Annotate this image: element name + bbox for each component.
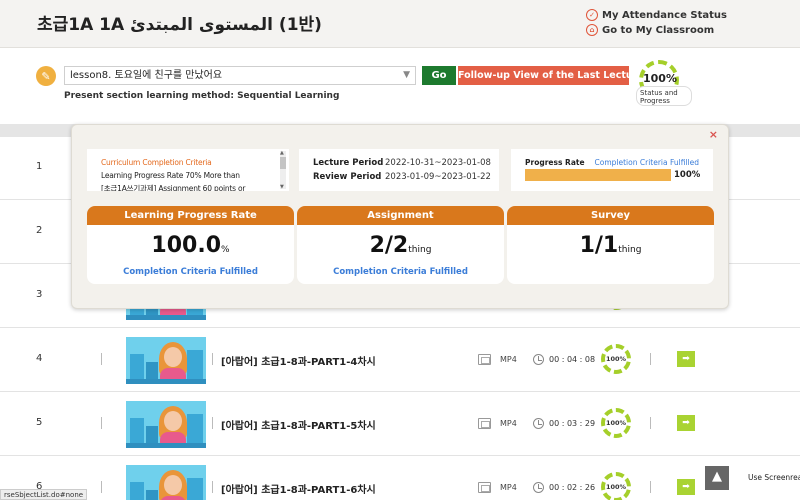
learning-progress-card: Learning Progress Rate 100.0% Completion… — [87, 206, 294, 284]
card-value: 1/1thing — [579, 233, 642, 258]
file-type: MP4 — [500, 419, 517, 428]
divider — [212, 481, 213, 493]
classroom-icon: ⌂ — [586, 24, 598, 36]
lesson-title[interactable]: [아랍어] 초급1-8과-PART1-4차시 — [221, 353, 376, 368]
clock-icon — [533, 482, 544, 493]
divider — [212, 417, 213, 429]
page-title: 초급1A 1A المستوى المبتدئ (1반) — [37, 15, 322, 35]
completion-status-popup: × Curriculum Completion Criteria Learnin… — [71, 124, 729, 309]
progress-rate-fill — [525, 169, 671, 181]
status-progress-label: Status and Progress — [636, 86, 692, 106]
attendance-status-label: My Attendance Status — [602, 9, 727, 21]
clock-icon — [533, 354, 544, 365]
close-icon[interactable]: × — [709, 128, 718, 141]
card-title: Learning Progress Rate — [87, 206, 294, 225]
video-file-icon — [478, 354, 491, 365]
play-arrow-icon[interactable]: ➡ — [677, 351, 695, 367]
progress-rate-status: Completion Criteria Fulfilled — [594, 158, 699, 167]
divider — [101, 481, 102, 493]
divider — [650, 481, 651, 493]
row-number: 2 — [36, 225, 43, 236]
row-number: 1 — [36, 161, 43, 172]
row-progress-badge: 100% — [601, 344, 631, 374]
chevron-down-icon: ▼ — [403, 70, 410, 80]
lesson-title[interactable]: [아랍어] 초급1-8과-PART1-5차시 — [221, 417, 376, 432]
course-header: 초급1A 1A المستوى المبتدئ (1반) ✓ My Attend… — [0, 0, 800, 48]
completion-criteria-box[interactable]: Curriculum Completion Criteria Learning … — [87, 149, 289, 191]
card-value: 2/2thing — [369, 233, 432, 258]
go-button[interactable]: Go — [422, 66, 456, 85]
video-file-icon — [478, 482, 491, 493]
divider — [101, 353, 102, 365]
lecture-period-label: Lecture Period — [313, 158, 384, 168]
row-number: 3 — [36, 289, 43, 300]
progress-percent: 100% — [643, 72, 677, 85]
row-number: 5 — [36, 417, 43, 428]
learning-method-text: Present section learning method: Sequent… — [64, 91, 340, 101]
period-box: Lecture Period 2022-10-31~2023-01-08 Rev… — [299, 149, 499, 191]
play-arrow-icon[interactable]: ➡ — [677, 479, 695, 495]
status-progress-badge[interactable]: 100% Status and Progress — [636, 56, 692, 106]
review-period-label: Review Period — [313, 172, 382, 182]
table-row: 6 [아랍어] 초급1-8과-PART1-6차시 MP4 00 : 02 : 2… — [0, 457, 800, 500]
survey-card: Survey 1/1thing — [507, 206, 714, 284]
divider — [650, 353, 651, 365]
browser-status-url: rseSbjectList.do#none — [0, 489, 88, 500]
divider — [650, 417, 651, 429]
card-title: Assignment — [297, 206, 504, 225]
criteria-title: Curriculum Completion Criteria — [101, 158, 212, 167]
duration: 00 : 02 : 26 — [549, 483, 596, 492]
row-number: 4 — [36, 353, 43, 364]
card-title: Survey — [507, 206, 714, 225]
file-type: MP4 — [500, 483, 517, 492]
classroom-link[interactable]: ⌂ Go to My Classroom — [586, 24, 714, 36]
table-row: 5 [아랍어] 초급1-8과-PART1-5차시 MP4 00 : 03 : 2… — [0, 393, 800, 456]
lesson-thumbnail[interactable] — [126, 401, 206, 448]
lecture-period-value: 2022-10-31~2023-01-08 — [385, 158, 491, 168]
arrow-up-icon[interactable]: ▲ — [705, 466, 729, 490]
assignment-card: Assignment 2/2thing Completion Criteria … — [297, 206, 504, 284]
attendance-status-link[interactable]: ✓ My Attendance Status — [586, 9, 727, 21]
progress-rate-label: Progress Rate — [525, 158, 585, 167]
scrollbar-thumb[interactable] — [280, 157, 286, 169]
lesson-title[interactable]: [아랍어] 초급1-8과-PART1-6차시 — [221, 481, 376, 496]
row-progress-badge: 100% — [601, 472, 631, 500]
file-type: MP4 — [500, 355, 517, 364]
classroom-label: Go to My Classroom — [602, 24, 715, 36]
followup-last-lecture-button[interactable]: Follow-up View of the Last Lecture — [458, 66, 644, 85]
row-progress-badge: 100% — [601, 408, 631, 438]
table-row: 4 [아랍어] 초급1-8과-PART1-4차시 MP4 00 : 04 : 0… — [0, 329, 800, 392]
clock-icon — [533, 418, 544, 429]
progress-rate-value: 100% — [674, 170, 701, 180]
video-file-icon — [478, 418, 491, 429]
play-arrow-icon[interactable]: ➡ — [677, 415, 695, 431]
progress-rate-box: Progress Rate Completion Criteria Fulfil… — [511, 149, 713, 191]
screenreader-link[interactable]: Use Screenread — [748, 473, 800, 482]
lesson-thumbnail[interactable] — [126, 337, 206, 384]
card-status: Completion Criteria Fulfilled — [123, 267, 258, 277]
divider — [101, 417, 102, 429]
card-value: 100.0% — [151, 233, 230, 258]
duration: 00 : 04 : 08 — [549, 355, 596, 364]
lesson-select[interactable]: lesson8. 토요일에 친구를 만났어요 ▼ — [64, 66, 416, 85]
review-period-value: 2023-01-09~2023-01-22 — [385, 172, 491, 182]
criteria-line: Learning Progress Rate 70% More than — [101, 171, 240, 180]
lesson-thumbnail[interactable] — [126, 465, 206, 500]
pencil-icon: ✎ — [36, 66, 56, 86]
lesson-select-value: lesson8. 토요일에 친구를 만났어요 — [70, 70, 223, 81]
progress-rate-bar — [525, 169, 671, 181]
divider — [212, 353, 213, 365]
criteria-line: [초급1A쓰기과제] Assignment 60 points or — [101, 184, 246, 191]
card-status: Completion Criteria Fulfilled — [333, 267, 468, 277]
attendance-icon: ✓ — [586, 9, 598, 21]
duration: 00 : 03 : 29 — [549, 419, 596, 428]
